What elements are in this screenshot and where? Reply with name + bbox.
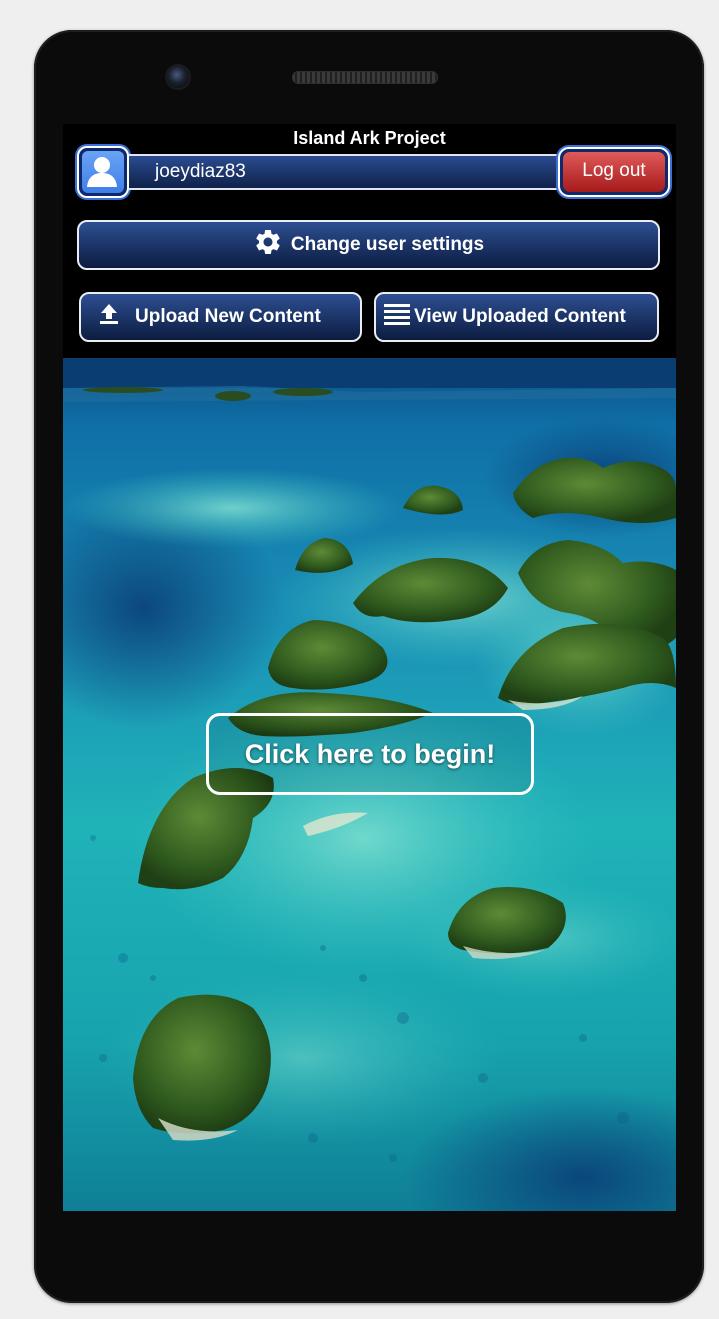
front-camera <box>167 66 189 88</box>
user-icon <box>82 151 124 193</box>
logout-button[interactable]: Log out <box>558 147 670 197</box>
upload-content-label: Upload New Content <box>135 306 321 327</box>
user-bar: joeydiaz83 Log out <box>77 146 670 202</box>
earpiece-speaker <box>292 71 438 84</box>
hero-island-image: Click here to begin! <box>63 358 676 1211</box>
avatar[interactable] <box>77 146 129 198</box>
view-content-button[interactable]: View Uploaded Content <box>374 292 659 342</box>
list-icon <box>384 303 410 331</box>
upload-content-button[interactable]: Upload New Content <box>79 292 362 342</box>
gear-icon <box>253 227 283 263</box>
phone-frame: Island Ark Project joeydiaz83 Log out Ch… <box>34 30 704 1303</box>
upload-icon <box>97 302 121 332</box>
app-screen: Island Ark Project joeydiaz83 Log out Ch… <box>63 124 676 1211</box>
begin-button[interactable]: Click here to begin! <box>206 713 534 795</box>
change-settings-label: Change user settings <box>290 234 485 255</box>
logout-label: Log out <box>563 152 665 192</box>
change-settings-button[interactable]: Change user settings <box>77 220 660 270</box>
username-display: joeydiaz83 <box>129 154 559 190</box>
view-content-label: View Uploaded Content <box>414 306 626 327</box>
